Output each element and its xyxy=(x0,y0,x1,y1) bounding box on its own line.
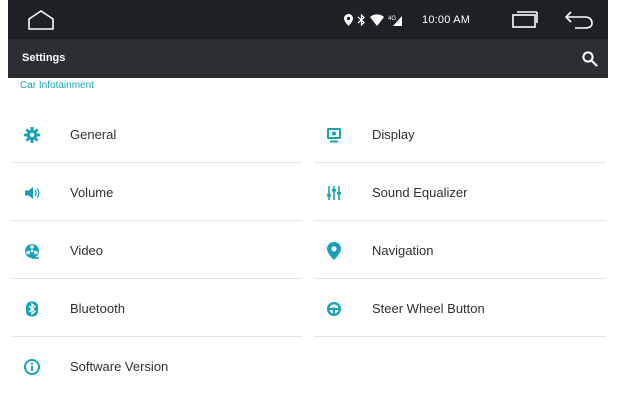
settings-item-general[interactable]: General xyxy=(12,109,306,161)
speaker-icon xyxy=(22,183,42,203)
home-icon[interactable] xyxy=(26,9,56,31)
settings-item-video[interactable]: Video xyxy=(12,225,306,277)
clock: 10:00 AM xyxy=(422,14,471,26)
settings-item-software-version[interactable]: Software Version xyxy=(12,341,306,393)
settings-item-volume[interactable]: Volume xyxy=(12,167,306,219)
settings-item-label: Volume xyxy=(70,185,114,200)
settings-item-label: Software Version xyxy=(70,359,169,374)
location-icon xyxy=(344,14,353,26)
system-navigation-bar: 4G 10:00 AM xyxy=(8,0,608,39)
settings-item-bluetooth[interactable]: Bluetooth xyxy=(12,283,306,335)
steering-wheel-icon xyxy=(324,299,344,319)
signal-icon: 4G xyxy=(388,16,402,26)
divider xyxy=(12,220,302,221)
back-icon[interactable] xyxy=(563,9,595,31)
settings-item-label: Sound Equalizer xyxy=(372,185,468,200)
display-icon xyxy=(324,125,344,145)
settings-item-label: Display xyxy=(372,127,415,142)
status-indicators: 4G 10:00 AM xyxy=(344,11,470,29)
divider xyxy=(314,162,606,163)
wifi-icon xyxy=(370,14,384,26)
app-bar: Settings xyxy=(8,39,608,78)
divider xyxy=(314,336,606,337)
settings-item-navigation[interactable]: Navigation xyxy=(314,225,608,277)
bluetooth-status-icon xyxy=(357,14,365,26)
settings-item-label: General xyxy=(70,127,117,142)
page-title: Settings xyxy=(22,52,66,64)
divider xyxy=(12,162,302,163)
recent-apps-icon[interactable] xyxy=(509,10,539,30)
divider xyxy=(314,278,606,279)
svg-text:4G: 4G xyxy=(388,16,396,22)
gear-icon xyxy=(22,125,42,145)
settings-item-display[interactable]: Display xyxy=(314,109,608,161)
settings-item-label: Navigation xyxy=(372,243,434,258)
divider xyxy=(314,220,606,221)
equalizer-icon xyxy=(324,183,344,203)
search-icon[interactable] xyxy=(581,50,599,68)
settings-item-label: Bluetooth xyxy=(70,301,125,316)
settings-item-label: Video xyxy=(70,243,104,258)
settings-item-label: Steer Wheel Button xyxy=(372,301,485,316)
settings-item-sound-equalizer[interactable]: Sound Equalizer xyxy=(314,167,608,219)
bluetooth-icon xyxy=(22,299,42,319)
divider xyxy=(12,336,302,337)
settings-item-steer-wheel-button[interactable]: Steer Wheel Button xyxy=(314,283,608,335)
film-reel-icon xyxy=(22,241,42,261)
section-header: Car Infotainment xyxy=(20,80,94,91)
info-icon xyxy=(22,357,42,377)
location-pin-icon xyxy=(324,241,344,261)
divider xyxy=(12,278,302,279)
